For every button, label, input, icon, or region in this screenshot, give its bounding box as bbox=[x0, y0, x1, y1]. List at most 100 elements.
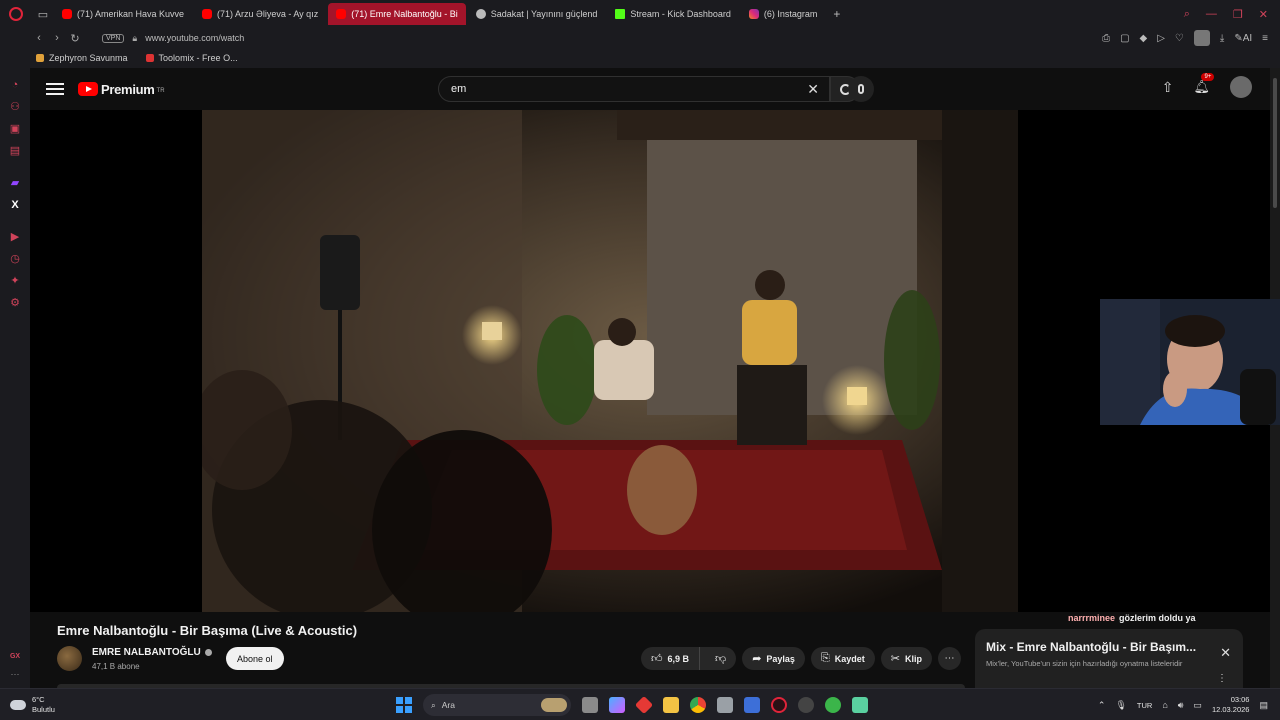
network-icon[interactable]: ⌂ bbox=[1162, 700, 1167, 710]
save-button[interactable]: ⎘ Kaydet bbox=[810, 647, 875, 670]
mix-playlist-panel[interactable]: Mix - Emre Nalbantoğlu - Bir Başım... Mi… bbox=[975, 629, 1243, 688]
speed-dial-icon[interactable]: ◔ bbox=[9, 79, 21, 91]
youtube-premium-logo[interactable]: Premium TR bbox=[78, 82, 165, 97]
bookmark-item[interactable]: Toolomix - Free O... bbox=[145, 53, 238, 63]
back-icon[interactable]: ‹ bbox=[30, 32, 48, 44]
close-window-icon[interactable]: ✕ bbox=[1259, 8, 1268, 21]
chrome-icon[interactable] bbox=[690, 697, 706, 713]
mix-title[interactable]: Mix - Emre Nalbantoğlu - Bir Başım... bbox=[986, 640, 1206, 654]
snapshot-icon[interactable]: ⎙ bbox=[1102, 33, 1110, 44]
browser-tab[interactable]: (6) Instagram bbox=[741, 3, 826, 25]
minimize-icon[interactable]: — bbox=[1206, 8, 1217, 21]
more-icon[interactable]: ⋯ bbox=[11, 669, 20, 680]
thumbs-up-icon: 👍︎ bbox=[651, 653, 663, 665]
heart-icon[interactable]: ♡ bbox=[1175, 33, 1184, 44]
upload-icon[interactable]: ⇧ bbox=[1162, 79, 1174, 96]
clear-search-icon[interactable]: ✕ bbox=[807, 81, 819, 98]
new-tab-button[interactable]: + bbox=[833, 7, 840, 21]
microphone-icon[interactable]: 🎙︎ bbox=[1115, 700, 1126, 711]
cube-icon[interactable]: ▢ bbox=[1120, 33, 1129, 44]
video-player[interactable] bbox=[30, 110, 1270, 612]
hamburger-menu-icon[interactable] bbox=[46, 83, 64, 95]
x-twitter-icon[interactable]: X bbox=[9, 199, 21, 211]
gx-corner-icon[interactable]: ▣ bbox=[9, 123, 21, 135]
like-dislike-group: 👍︎ 6,9 B 👎︎ bbox=[641, 647, 737, 670]
play-icon[interactable]: ▷ bbox=[1157, 33, 1165, 44]
share-button[interactable]: ➦ Paylaş bbox=[742, 647, 805, 670]
weather-widget[interactable]: 6°C Bulutlu bbox=[10, 695, 55, 715]
maximize-icon[interactable]: ❐ bbox=[1233, 8, 1243, 21]
notepad-icon[interactable] bbox=[852, 697, 868, 713]
account-avatar[interactable] bbox=[1230, 76, 1252, 98]
subscriber-count: 47,1 B abone bbox=[92, 662, 140, 671]
twitch-icon[interactable]: ▰ bbox=[9, 177, 21, 189]
store-icon[interactable] bbox=[717, 697, 733, 713]
kick-icon bbox=[615, 9, 626, 19]
chat-text: gözlerim doldu ya bbox=[1119, 613, 1196, 623]
bookmark-item[interactable]: Zephyron Savunma bbox=[36, 53, 128, 63]
url-field[interactable]: www.youtube.com/watch bbox=[145, 33, 244, 43]
opera-gx-icon[interactable] bbox=[771, 697, 787, 713]
app-icon[interactable] bbox=[798, 697, 814, 713]
scrollbar-thumb[interactable] bbox=[1273, 78, 1277, 208]
browser-tab-bar: ▭ (71) Amerikan Hava Kuvve (71) Arzu Əli… bbox=[0, 0, 1280, 28]
browser-tab-active[interactable]: (71) Emre Nalbantoğlu - Bi bbox=[328, 3, 466, 25]
windows-start-icon[interactable] bbox=[396, 697, 412, 713]
clip-button[interactable]: ✂ Klip bbox=[880, 647, 932, 670]
player-icon[interactable]: ▶ bbox=[9, 231, 21, 243]
shield-icon[interactable]: ◆ bbox=[1140, 33, 1148, 44]
opera-gx-logo-icon[interactable] bbox=[0, 0, 32, 28]
messenger-icon[interactable]: ▤ bbox=[9, 145, 21, 157]
notification-center-icon[interactable]: ▤ bbox=[1259, 700, 1268, 711]
channel-name[interactable]: EMRE NALBANTOĞLU bbox=[92, 647, 212, 658]
task-view-icon[interactable] bbox=[582, 697, 598, 713]
share-icon: ➦ bbox=[752, 653, 762, 665]
bookmark-icon: ⎘ bbox=[820, 652, 830, 664]
lock-icon[interactable]: 🔒︎ bbox=[132, 33, 137, 44]
browser-tab[interactable]: Sadakat | Yayınını güçlend bbox=[468, 3, 606, 25]
mail-icon[interactable] bbox=[744, 697, 760, 713]
forward-icon[interactable]: › bbox=[48, 32, 66, 44]
search-tabs-icon[interactable]: ⌕ bbox=[1184, 8, 1190, 21]
more-actions-icon[interactable]: ⋯ bbox=[937, 647, 961, 670]
language-indicator[interactable]: TUR bbox=[1137, 701, 1152, 710]
microphone-icon bbox=[858, 84, 864, 94]
volume-icon[interactable]: 🔊︎ bbox=[1178, 700, 1184, 711]
cloud-icon bbox=[10, 700, 26, 710]
gx-label[interactable]: GX bbox=[10, 653, 20, 660]
app-icon[interactable] bbox=[825, 697, 841, 713]
bookmark-icon bbox=[36, 54, 44, 62]
notifications-button[interactable]: 🔔︎ 9+ bbox=[1193, 73, 1215, 95]
search-input[interactable]: em ✕ bbox=[438, 76, 830, 102]
extensions-icon[interactable]: ✦ bbox=[9, 275, 21, 287]
profile-avatar[interactable] bbox=[1193, 30, 1210, 46]
clock[interactable]: 03:06 12.03.2026 bbox=[1212, 695, 1250, 715]
ai-button[interactable]: ✎AI bbox=[1234, 33, 1252, 44]
reload-icon[interactable]: ↻ bbox=[66, 32, 84, 45]
history-icon[interactable]: ◷ bbox=[9, 253, 21, 265]
settings-icon[interactable]: ⚙ bbox=[9, 297, 21, 309]
download-icon[interactable]: ⤓ bbox=[1220, 33, 1224, 44]
browser-tab[interactable]: (71) Arzu Əliyeva - Ay qız bbox=[194, 3, 326, 25]
gx-control-icon[interactable]: ⚇ bbox=[9, 101, 21, 113]
kebab-menu-icon[interactable]: ⋮ bbox=[1217, 673, 1227, 684]
browser-tab[interactable]: Stream - Kick Dashboard bbox=[607, 3, 739, 25]
video-still bbox=[202, 110, 1018, 612]
close-icon[interactable]: ✕ bbox=[1220, 645, 1231, 661]
channel-avatar[interactable] bbox=[57, 646, 82, 671]
like-button[interactable]: 👍︎ 6,9 B bbox=[641, 647, 701, 670]
browser-tab[interactable]: (71) Amerikan Hava Kuvve bbox=[54, 3, 192, 25]
chevron-up-icon[interactable]: ⌃ bbox=[1098, 700, 1106, 711]
taskbar-search[interactable]: ⌕ Ara bbox=[423, 694, 571, 716]
battery-icon[interactable]: ▭ bbox=[1193, 700, 1202, 711]
tab-list-icon[interactable]: ▭ bbox=[32, 0, 54, 28]
app-icon[interactable] bbox=[634, 695, 654, 715]
menu-icon[interactable]: ≡ bbox=[1262, 33, 1268, 44]
file-explorer-icon[interactable] bbox=[663, 697, 679, 713]
subscribe-button[interactable]: Abone ol bbox=[226, 647, 284, 670]
voice-search-button[interactable] bbox=[848, 76, 874, 102]
copilot-icon[interactable] bbox=[609, 697, 625, 713]
dislike-button[interactable]: 👎︎ bbox=[705, 652, 736, 665]
vpn-badge[interactable]: VPN bbox=[102, 33, 125, 43]
search-highlight-icon bbox=[541, 698, 567, 712]
